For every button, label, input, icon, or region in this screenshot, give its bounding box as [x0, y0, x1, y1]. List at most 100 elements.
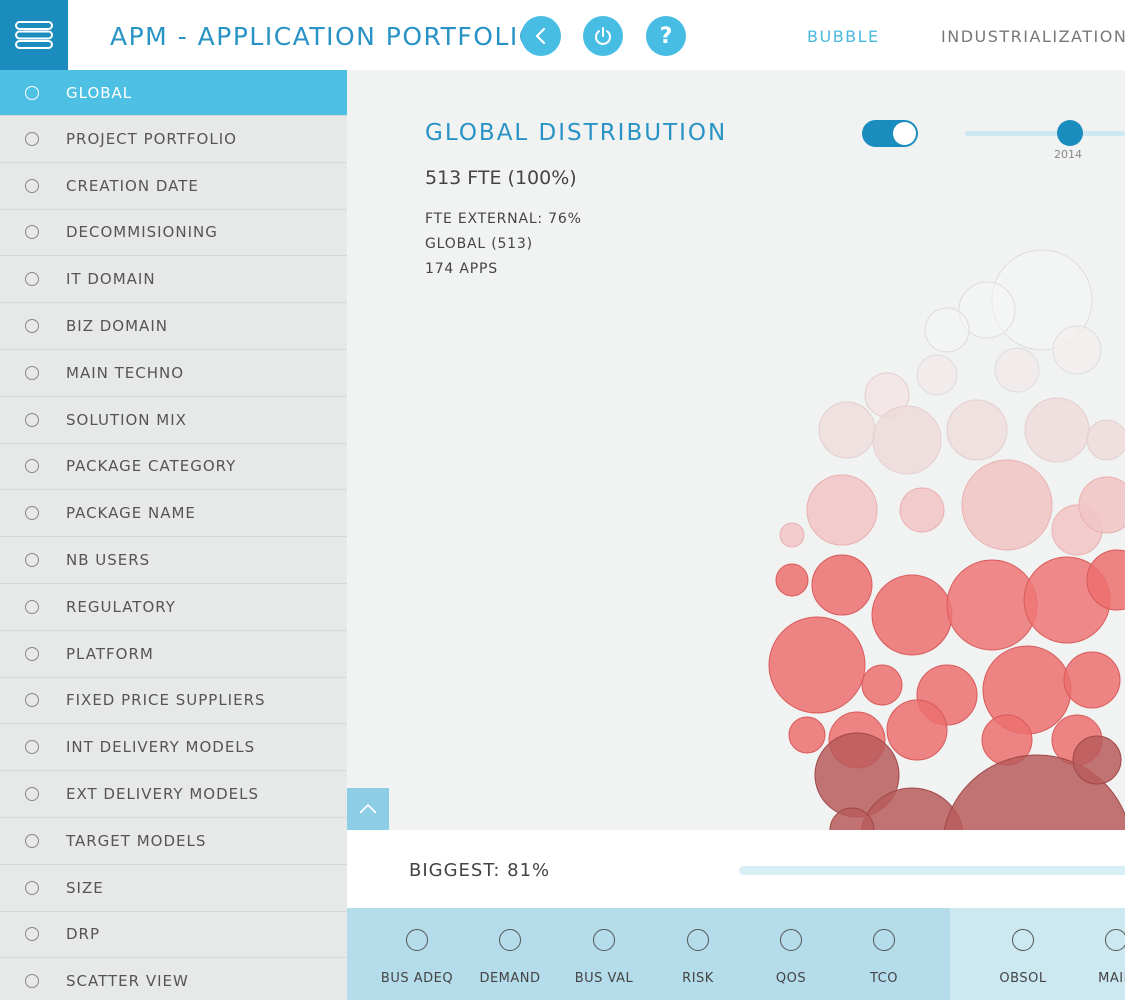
bubble[interactable] — [1072, 735, 1122, 785]
year-slider-handle[interactable] — [1057, 120, 1083, 146]
radio-icon[interactable] — [1012, 929, 1034, 951]
radio-icon[interactable] — [873, 929, 895, 951]
bubble[interactable] — [946, 559, 1038, 651]
criteria-option[interactable]: OBSOL — [978, 908, 1068, 1000]
radio-icon[interactable] — [593, 929, 615, 951]
bubble[interactable] — [811, 554, 873, 616]
radio-icon[interactable] — [25, 740, 39, 755]
nav-bubble[interactable]: BUBBLE — [807, 27, 880, 46]
bubble[interactable] — [779, 522, 805, 548]
bubble[interactable] — [768, 616, 866, 714]
radio-icon[interactable] — [25, 365, 39, 380]
bubble[interactable] — [1052, 325, 1102, 375]
sidebar-item-label: EXT DELIVERY MODELS — [66, 785, 260, 804]
bubble[interactable] — [1024, 397, 1090, 463]
sidebar-item[interactable]: INT DELIVERY MODELS — [0, 724, 347, 772]
bubble[interactable] — [861, 664, 903, 706]
sidebar-item[interactable]: MAIN TECHNO — [0, 349, 347, 397]
radio-icon[interactable] — [1105, 929, 1125, 951]
bubble[interactable] — [806, 474, 878, 546]
bubble[interactable] — [1063, 651, 1121, 709]
power-button[interactable] — [583, 16, 623, 56]
criteria-option[interactable]: DEMAND — [465, 908, 555, 1000]
apps-count: 174 APPS — [425, 261, 498, 277]
sidebar-item[interactable]: FIXED PRICE SUPPLIERS — [0, 677, 347, 725]
radio-icon[interactable] — [25, 693, 39, 708]
sidebar-item[interactable]: SCATTER VIEW — [0, 958, 347, 1000]
scroll-top-button[interactable] — [347, 788, 389, 830]
radio-icon[interactable] — [780, 929, 802, 951]
sidebar-item[interactable]: IT DOMAIN — [0, 256, 347, 304]
radio-icon[interactable] — [25, 178, 39, 193]
bubble[interactable] — [886, 699, 948, 761]
sidebar-item-label: SCATTER VIEW — [66, 972, 189, 991]
sidebar-item[interactable]: REGULATORY — [0, 583, 347, 631]
back-button[interactable] — [521, 16, 561, 56]
bubble[interactable] — [872, 405, 942, 475]
criteria-option[interactable]: BUS ADEQ — [372, 908, 462, 1000]
bubble[interactable] — [924, 307, 970, 353]
criteria-label: BUS VAL — [574, 971, 634, 986]
radio-icon[interactable] — [25, 459, 39, 474]
bubble[interactable] — [818, 401, 876, 459]
radio-icon[interactable] — [25, 833, 39, 848]
radio-icon[interactable] — [25, 974, 39, 989]
sidebar-item[interactable]: SIZE — [0, 864, 347, 912]
sidebar-item[interactable]: CREATION DATE — [0, 162, 347, 210]
sidebar-item[interactable]: PACKAGE CATEGORY — [0, 443, 347, 491]
bubble[interactable] — [1086, 419, 1125, 461]
help-button[interactable]: ? — [646, 16, 686, 56]
radio-icon[interactable] — [25, 319, 39, 334]
radio-icon[interactable] — [25, 225, 39, 240]
criteria-option[interactable]: TCO — [839, 908, 929, 1000]
view-toggle[interactable] — [862, 120, 918, 147]
sidebar-item[interactable]: GLOBAL — [0, 70, 347, 116]
sidebar-item[interactable]: EXT DELIVERY MODELS — [0, 771, 347, 818]
radio-icon[interactable] — [25, 787, 39, 802]
bubble[interactable] — [916, 354, 958, 396]
year-slider-track[interactable] — [965, 131, 1125, 136]
radio-icon[interactable] — [25, 131, 39, 146]
sidebar-item[interactable]: PACKAGE NAME — [0, 490, 347, 538]
radio-icon[interactable] — [25, 412, 39, 427]
radio-icon[interactable] — [25, 272, 39, 287]
radio-icon[interactable] — [25, 553, 39, 568]
criteria-option[interactable]: RISK — [653, 908, 743, 1000]
radio-icon[interactable] — [25, 646, 39, 661]
bubble[interactable] — [899, 487, 945, 533]
radio-icon[interactable] — [25, 880, 39, 895]
radio-icon[interactable] — [406, 929, 428, 951]
bubble[interactable] — [871, 574, 953, 656]
sidebar-item[interactable]: DRP — [0, 911, 347, 959]
sidebar-item-label: REGULATORY — [66, 597, 176, 616]
criteria-bar: BUS ADEQ DEMAND BUS VAL RISK QOS TCO OBSOL MAIN — [347, 908, 1125, 1000]
sidebar-item[interactable]: PROJECT PORTFOLIO — [0, 116, 347, 163]
criteria-option[interactable]: BUS VAL — [559, 908, 649, 1000]
sidebar-item-label: NB USERS — [66, 551, 151, 570]
criteria-label: MAIN — [1098, 971, 1125, 986]
radio-icon[interactable] — [25, 599, 39, 614]
radio-icon[interactable] — [499, 929, 521, 951]
sidebar-item-label: PACKAGE NAME — [66, 504, 196, 523]
sidebar-item[interactable]: BIZ DOMAIN — [0, 303, 347, 350]
bubble[interactable] — [946, 399, 1008, 461]
biggest-slider[interactable] — [739, 866, 1125, 875]
criteria-option[interactable]: MAIN — [1071, 908, 1125, 1000]
bubble[interactable] — [994, 347, 1040, 393]
radio-icon[interactable] — [25, 85, 39, 100]
radio-icon[interactable] — [25, 927, 39, 942]
bubble[interactable] — [775, 563, 809, 597]
bubble[interactable] — [961, 459, 1053, 551]
hamburger-menu-icon[interactable] — [0, 0, 68, 70]
sidebar-item[interactable]: SOLUTION MIX — [0, 396, 347, 444]
sidebar-item[interactable]: PLATFORM — [0, 630, 347, 678]
sidebar-item[interactable]: TARGET MODELS — [0, 817, 347, 865]
radio-icon[interactable] — [687, 929, 709, 951]
sidebar-item[interactable]: DECOMMISIONING — [0, 209, 347, 257]
sidebar-item[interactable]: NB USERS — [0, 537, 347, 584]
criteria-option[interactable]: QOS — [746, 908, 836, 1000]
radio-icon[interactable] — [25, 506, 39, 521]
bubble[interactable] — [788, 716, 826, 754]
nav-industrialization[interactable]: INDUSTRIALIZATION — [941, 27, 1125, 46]
app-title: APM - APPLICATION PORTFOLIO — [110, 22, 540, 51]
